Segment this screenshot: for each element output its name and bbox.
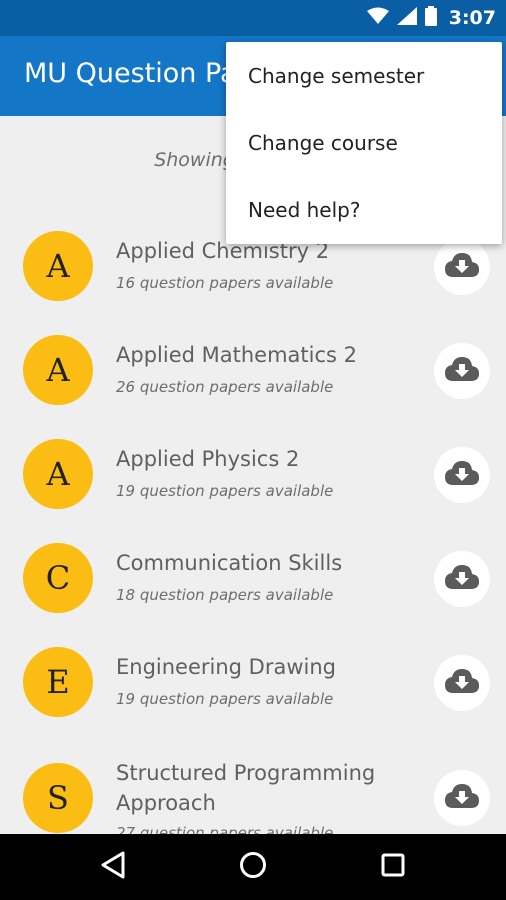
menu-item-change-course[interactable]: Change course [226,110,502,176]
recents-icon [381,853,405,881]
subject-count: 26 question papers available [116,378,334,396]
avatar: C [23,543,93,613]
subject-count: 27 question papers available [116,824,334,834]
avatar: A [23,439,93,509]
cloud-download-icon [445,253,479,281]
download-button[interactable] [434,770,490,826]
subject-count: 19 question papers available [116,690,334,708]
cloud-download-icon [445,565,479,593]
recents-button[interactable] [377,851,409,883]
menu-item-need-help[interactable]: Need help? [226,177,502,243]
cloud-download-icon [445,357,479,385]
download-button[interactable] [434,551,490,607]
list-item[interactable]: E Engineering Drawing 19 question papers… [0,630,506,734]
download-button[interactable] [434,239,490,295]
subject-title: Applied Mathematics 2 [116,343,357,367]
back-button[interactable] [97,851,129,883]
list-item[interactable]: A Applied Mathematics 2 26 question pape… [0,318,506,422]
download-button[interactable] [434,343,490,399]
home-icon [239,851,267,883]
status-icons: 3:07 [366,6,496,30]
avatar: E [23,647,93,717]
cloud-download-icon [445,669,479,697]
cloud-download-icon [445,461,479,489]
download-button[interactable] [434,447,490,503]
home-button[interactable] [237,851,269,883]
status-bar: 3:07 [0,0,506,36]
overflow-menu: Change semester Change course Need help? [226,42,502,244]
subject-count: 16 question papers available [116,274,334,292]
list-item[interactable]: S Structured Programming Approach 27 que… [0,734,506,834]
back-icon [100,851,126,883]
signal-icon [396,7,417,29]
download-button[interactable] [434,655,490,711]
subject-count: 18 question papers available [116,586,334,604]
navigation-bar [0,834,506,900]
menu-item-change-semester[interactable]: Change semester [226,43,502,109]
subject-count: 19 question papers available [116,482,334,500]
subject-title: Structured Programming Approach [116,761,376,815]
status-time: 3:07 [448,7,496,29]
list-item[interactable]: A Applied Physics 2 19 question papers a… [0,422,506,526]
cloud-download-icon [445,784,479,812]
avatar: A [23,231,93,301]
subject-title: Communication Skills [116,551,343,575]
avatar: S [23,763,93,833]
list-item[interactable]: C Communication Skills 18 question paper… [0,526,506,630]
subject-title: Applied Physics 2 [116,447,300,471]
wifi-icon [366,7,389,29]
avatar: A [23,335,93,405]
battery-icon [424,6,437,30]
subject-title: Engineering Drawing [116,655,336,679]
